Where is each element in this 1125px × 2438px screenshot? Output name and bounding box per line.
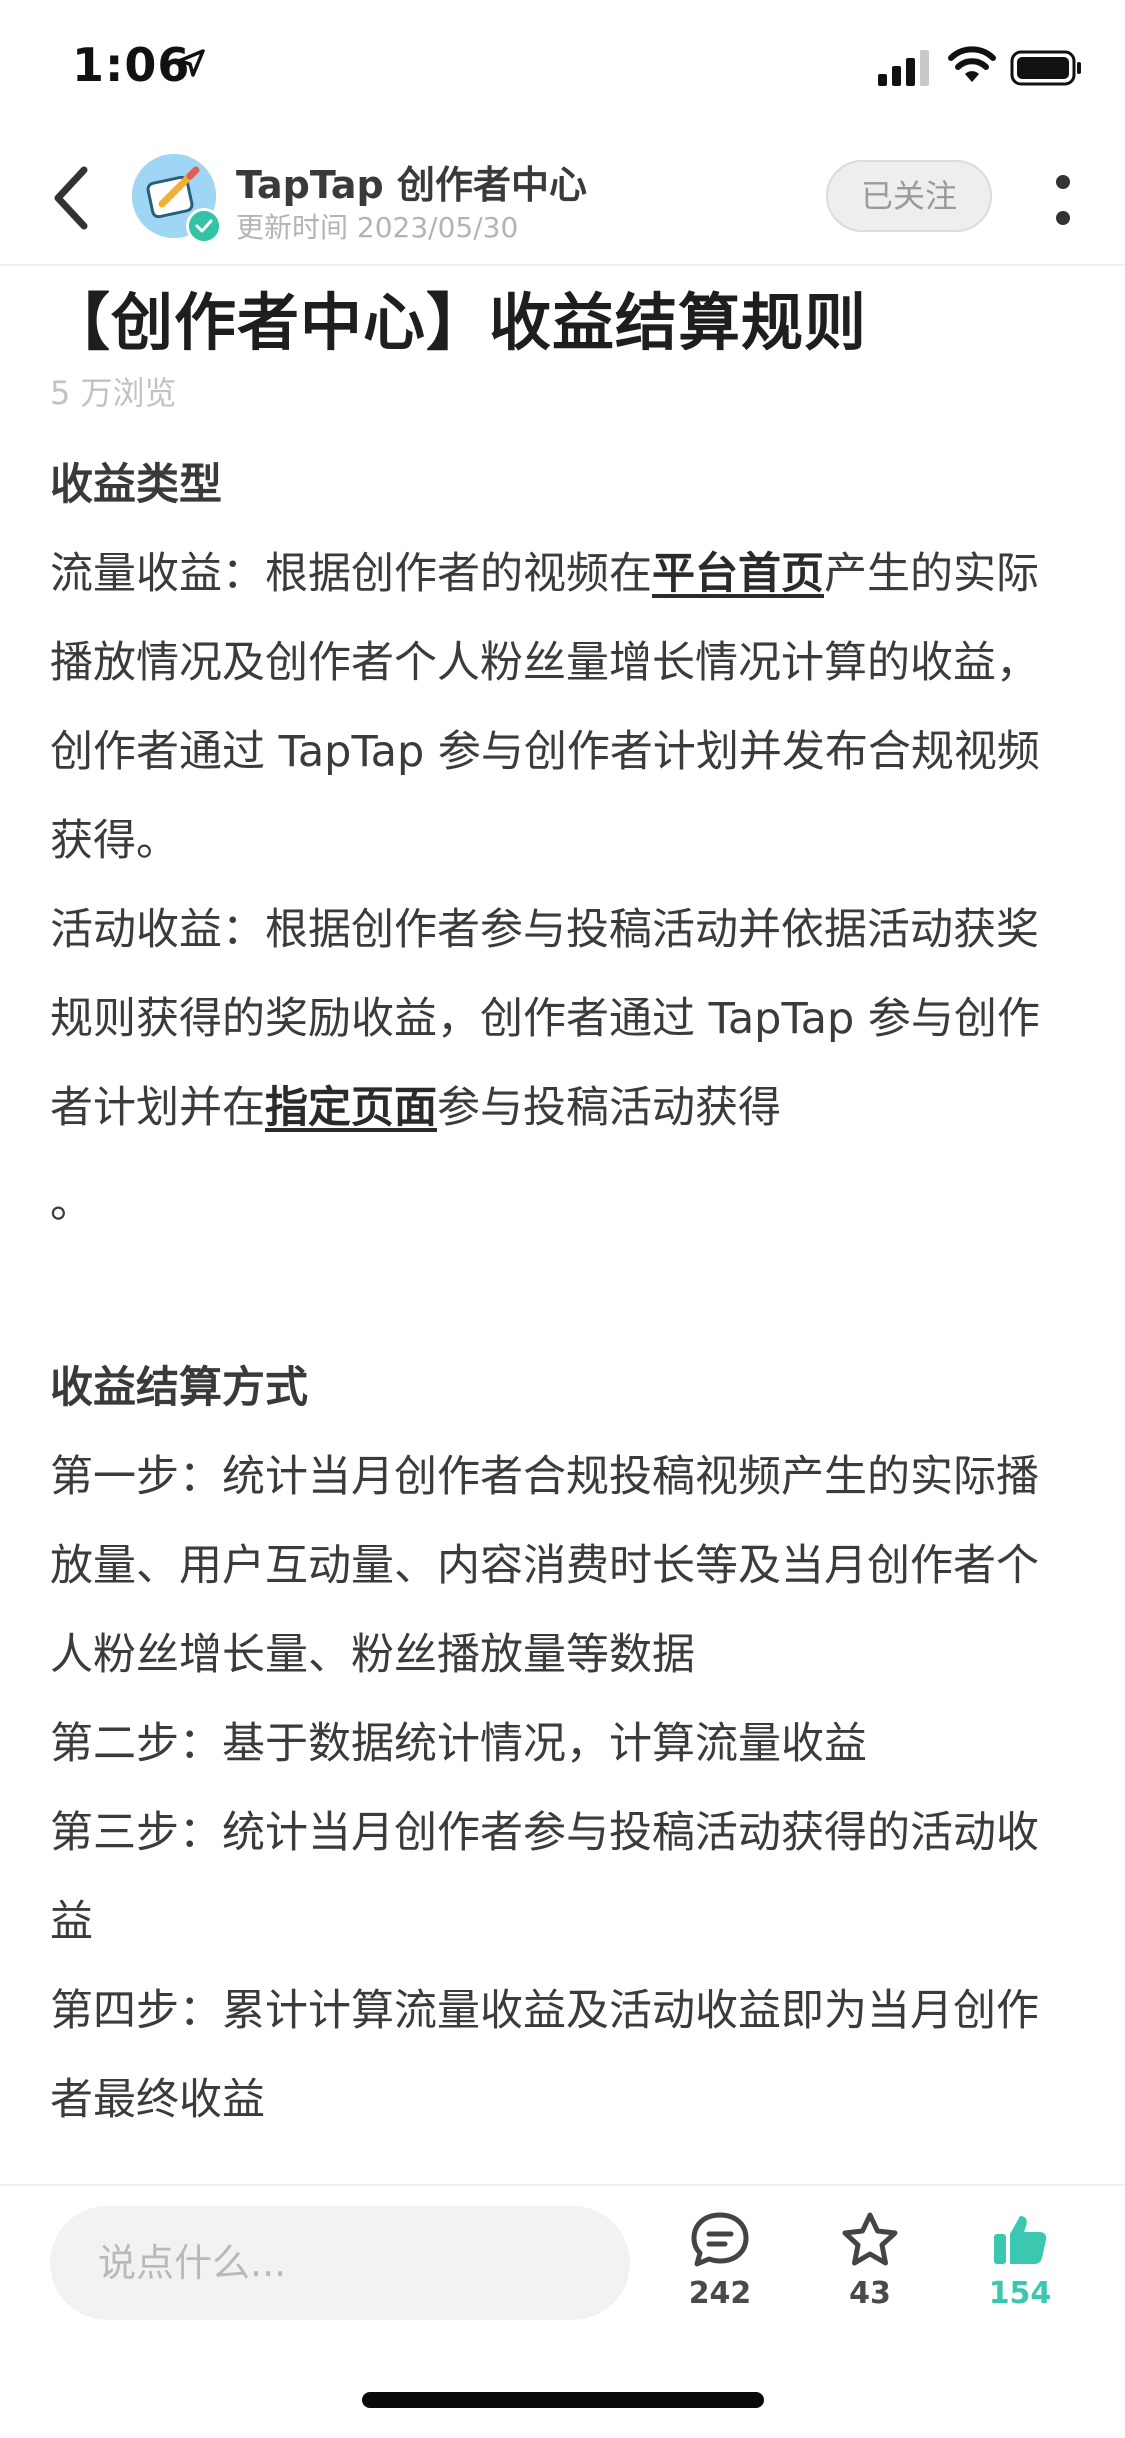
link-platform-home[interactable]: 平台首页 (652, 549, 824, 599)
step-paragraph: 第四步：累计计算流量收益及活动收益即为当月创作者最终收益 (50, 1986, 1039, 2125)
update-time: 更新时间 2023/05/30 (236, 211, 519, 244)
more-vertical-icon[interactable] (1050, 168, 1076, 232)
follow-button[interactable]: 已关注 (826, 160, 992, 232)
like-button[interactable]: 154 (960, 2210, 1080, 2311)
article-body: 收益类型 流量收益：根据创作者的视频在平台首页产生的实际播放情况及创作者个人粉丝… (50, 440, 1080, 2145)
verified-badge-icon (186, 208, 222, 244)
battery-icon (1010, 50, 1081, 86)
section-heading: 收益结算方式 (50, 1363, 308, 1413)
wifi-icon (948, 46, 996, 82)
status-bar: 1:06 (0, 0, 1125, 130)
back-chevron-icon[interactable] (44, 162, 100, 234)
comment-bubble-icon (691, 2212, 749, 2267)
author-name[interactable]: TapTap 创作者中心 (236, 154, 587, 209)
link-designated-page[interactable]: 指定页面 (265, 1083, 437, 1133)
signal-icon (878, 50, 929, 86)
comment-button[interactable]: 242 (660, 2210, 780, 2311)
paragraph-activity-revenue: 活动收益：根据创作者参与投稿活动并依据活动获奖规则获得的奖励收益，创作者通过 T… (50, 886, 1080, 1153)
location-arrow-icon (177, 49, 205, 77)
favorite-count: 43 (849, 2276, 891, 2311)
section-heading: 收益类型 (50, 460, 222, 510)
favorite-button[interactable]: 43 (810, 2210, 930, 2311)
view-count: 5 万浏览 (50, 374, 177, 412)
comment-input[interactable]: 说点什么... (50, 2206, 630, 2320)
author-header: TapTap 创作者中心 更新时间 2023/05/30 已关注 (0, 140, 1125, 266)
step-paragraph: 第三步：统计当月创作者参与投稿活动获得的活动收益 (50, 1808, 1039, 1947)
paragraph-traffic-revenue: 流量收益：根据创作者的视频在平台首页产生的实际播放情况及创作者个人粉丝量增长情况… (50, 530, 1080, 886)
step-paragraph: 第一步：统计当月创作者合规投稿视频产生的实际播放量、用户互动量、内容消费时长等及… (50, 1452, 1039, 1680)
thumbs-up-icon (994, 2216, 1047, 2264)
comment-count: 242 (688, 2276, 752, 2311)
star-icon (842, 2212, 898, 2266)
status-time: 1:06 (72, 38, 191, 92)
text-span: 参与投稿活动获得 (437, 1083, 781, 1133)
step-paragraph: 第二步：基于数据统计情况，计算流量收益 (50, 1719, 867, 1769)
trailing-period: 。 (50, 1178, 93, 1228)
text-span: 流量收益：根据创作者的视频在 (50, 549, 652, 599)
article-title: 【创作者中心】收益结算规则 (48, 286, 868, 359)
like-count: 154 (988, 2276, 1052, 2311)
home-indicator[interactable] (362, 2392, 764, 2408)
